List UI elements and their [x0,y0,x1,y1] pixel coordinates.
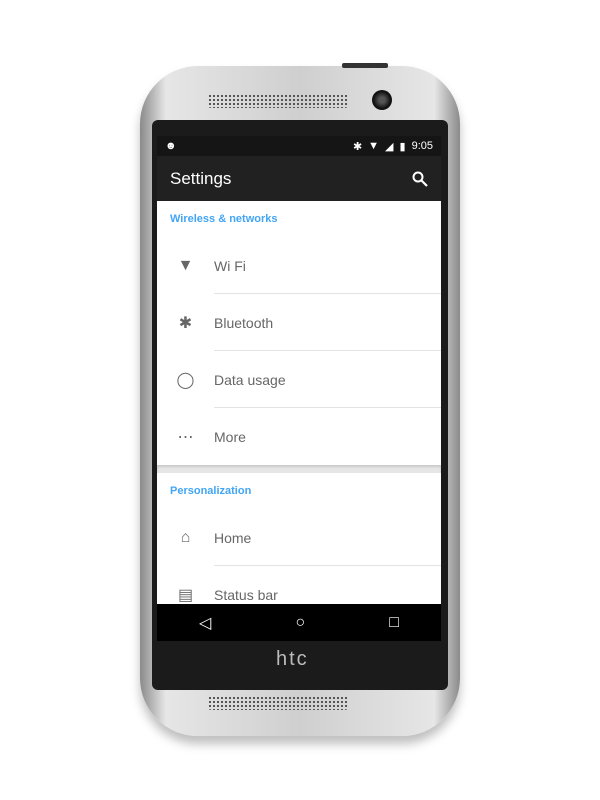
section-header: Personalization [170,485,252,497]
section-divider [157,465,441,473]
brand-logo: htc [276,648,309,670]
navigation-bar: ◁ ○ □ [157,604,441,641]
toolbar: Settings [157,156,441,201]
bluetooth-icon: ✱ [178,314,193,332]
home-button[interactable]: ○ [295,614,305,632]
section-header: Wireless & networks [170,213,278,225]
item-label: Status bar [214,586,278,603]
recents-button[interactable]: □ [389,614,399,632]
status-time: 9:05 [411,140,433,152]
front-camera [372,90,392,110]
item-label: More [214,428,246,445]
settings-item-data-usage[interactable]: ◯ Data usage [157,351,441,408]
bottom-speaker [208,696,348,710]
top-speaker [208,94,348,108]
cyanogen-icon: ☻ [165,140,177,152]
section-wireless: Wireless & networks ▼ Wi Fi ✱ Bluetooth ◯ D… [157,201,441,465]
wifi-icon: ▼ [368,140,380,152]
item-label: Bluetooth [214,314,274,331]
status-bar: ☻ ✱ ▼ ◢ ▮ 9:05 [157,136,441,156]
settings-item-more[interactable]: ⋯ More [157,408,441,465]
settings-item-home[interactable]: ⌂ Home [157,509,441,566]
item-label: Data usage [214,371,286,388]
more-icon: ⋯ [177,428,194,446]
data-usage-icon: ◯ [176,371,195,389]
page-title: Settings [170,168,232,188]
item-label: Home [214,529,252,546]
wifi-icon: ▼ [177,256,194,274]
screen: ☻ ✱ ▼ ◢ ▮ 9:05 Settings Wireless & netwo… [157,136,441,641]
back-button[interactable]: ◁ [199,613,211,633]
power-button [342,63,388,68]
search-icon[interactable] [412,171,428,187]
no-sim-icon: ◢ [385,140,394,153]
settings-item-wifi[interactable]: ▼ Wi Fi [157,237,441,294]
bluetooth-icon: ✱ [352,140,363,153]
status-bar-icon: ▤ [177,586,194,604]
home-icon: ⌂ [180,528,191,546]
item-label: Wi Fi [214,257,246,274]
section-personalization: Personalization ⌂ Home ▤ Status bar [157,473,441,623]
battery-charging-icon: ▮ [399,140,406,153]
settings-item-bluetooth[interactable]: ✱ Bluetooth [157,294,441,351]
